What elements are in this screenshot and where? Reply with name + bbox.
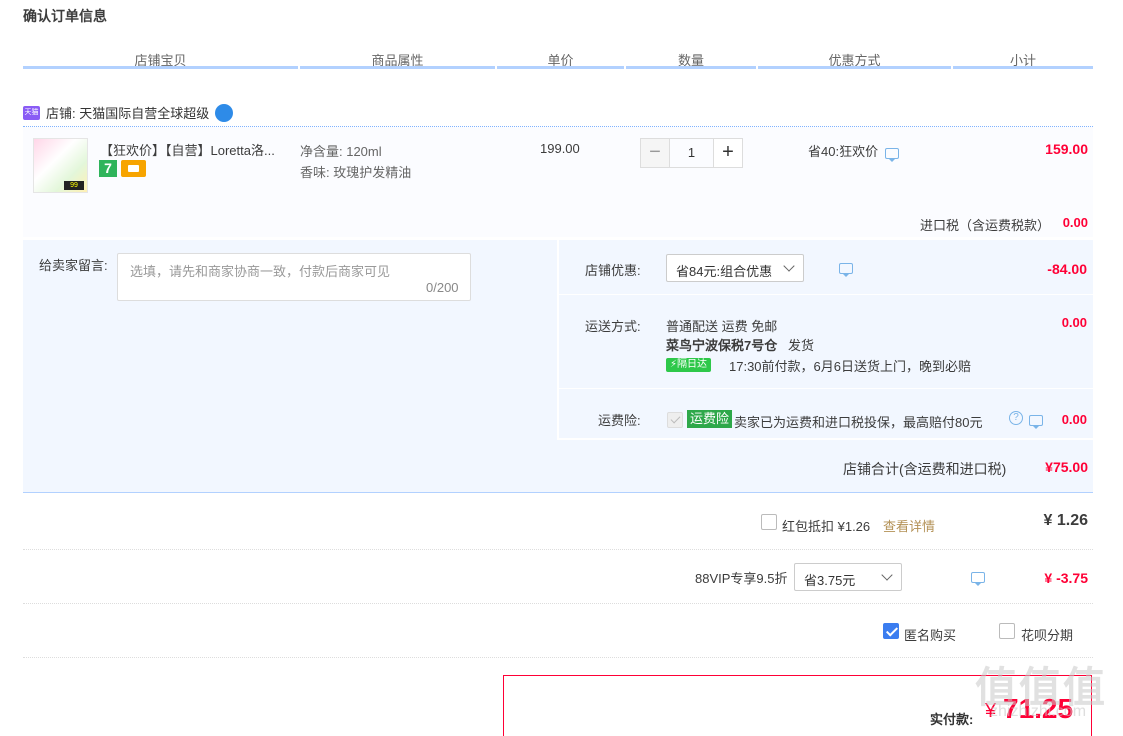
shipping-fee: 0.00: [1061, 315, 1087, 330]
product-thumbnail[interactable]: 99: [33, 138, 88, 193]
shipping-label: 运送方式:: [585, 319, 641, 334]
divider: [23, 603, 1093, 604]
vip-selected: 省3.75元: [804, 573, 856, 588]
increase-quantity-button[interactable]: +: [713, 138, 743, 168]
shop-name[interactable]: 店铺: 天猫国际自营全球超级: [46, 103, 209, 122]
shop-discount-selected: 省84元:组合优惠: [676, 264, 773, 279]
header-underline: [953, 66, 1093, 69]
item-subtotal: 159.00: [1045, 141, 1088, 157]
discount-info-icon[interactable]: [885, 148, 899, 162]
chevron-down-icon: [783, 260, 795, 272]
tmall-badge-icon: 天猫: [23, 105, 40, 120]
vip-label: 88VIP专享9.5折: [695, 571, 788, 586]
shop-discount-label: 店铺优惠:: [585, 263, 641, 278]
vip-info-icon[interactable]: [970, 572, 985, 586]
shop-row: 天猫 店铺: 天猫国际自营全球超级: [23, 103, 234, 122]
shipping-dispatch-text: 发货: [788, 338, 815, 353]
vip-value: ¥ -3.75: [1044, 570, 1088, 586]
divider: [23, 549, 1093, 550]
huabei-checkbox[interactable]: [999, 623, 1015, 639]
attr-scent: 香味: 玫瑰护发精油: [300, 165, 412, 180]
credit-card-icon: [121, 160, 146, 177]
divider: [559, 294, 1093, 295]
next-day-delivery-badge: ⚡隔日达: [666, 358, 712, 372]
message-label: 给卖家留言:: [39, 258, 108, 273]
shop-total-value: ¥75.00: [1045, 459, 1088, 475]
anonymous-label[interactable]: 匿名购买: [904, 625, 956, 644]
insurance-checkbox: [667, 412, 683, 428]
seven-day-return-icon: 7: [99, 160, 117, 177]
vip-discount-select[interactable]: 省3.75元: [794, 563, 902, 591]
chevron-down-icon: [881, 569, 893, 581]
red-packet-checkbox[interactable]: [761, 514, 777, 530]
divider: [559, 388, 1093, 389]
shipping-warehouse: 菜鸟宁波保税7号仓: [666, 338, 778, 353]
message-char-count: 0/200: [426, 280, 459, 295]
thumb-price-badge: 99: [64, 181, 84, 190]
header-underline: [758, 66, 951, 69]
insurance-tag: 运费险: [687, 410, 733, 428]
header-underline: [300, 66, 495, 69]
insurance-label: 运费险:: [598, 413, 641, 428]
message-placeholder: 选填，请先和商家协商一致，付款后商家可见: [130, 264, 391, 279]
import-tax-value: 0.00: [1062, 215, 1088, 230]
shop-discount-select[interactable]: 省84元:组合优惠: [666, 254, 804, 282]
import-tax-label: 进口税（含运费税款）: [920, 218, 1051, 233]
page-title: 确认订单信息: [23, 8, 107, 24]
product-name-link[interactable]: 【狂欢价】【自营】Loretta洛...: [100, 140, 290, 159]
quantity-input[interactable]: 1: [670, 138, 713, 168]
header-underline: [23, 66, 298, 69]
header-underline: [497, 66, 624, 69]
wangwang-chat-icon[interactable]: [215, 103, 234, 122]
watermark-domain: zhizhizhi.com: [990, 703, 1087, 720]
red-packet-details-link[interactable]: 查看详情: [883, 516, 935, 535]
quantity-stepper: − 1 +: [640, 138, 743, 168]
help-icon[interactable]: ?: [1009, 411, 1023, 425]
lightning-icon: ⚡: [670, 359, 678, 370]
payment-label: 实付款:: [930, 712, 974, 727]
delivery-promise: 17:30前付款，6月6日送货上门，晚到必赔: [729, 359, 971, 374]
anonymous-checkbox[interactable]: [883, 623, 899, 639]
attr-volume: 净含量: 120ml: [300, 144, 382, 159]
shop-discount-value: -84.00: [1047, 261, 1087, 277]
divider: [23, 657, 1093, 658]
next-day-delivery-label: 隔日达: [677, 359, 708, 370]
insurance-text: 卖家已为运费和进口税投保，最高赔付80元: [734, 415, 983, 430]
decrease-quantity-button[interactable]: −: [640, 138, 670, 168]
shop-total-label: 店铺合计(含运费和进口税): [843, 461, 1007, 477]
item-discount-text: 省40:狂欢价: [808, 144, 879, 159]
discount-info-icon[interactable]: [838, 263, 853, 277]
red-packet-value: ¥ 1.26: [1043, 512, 1088, 529]
shipping-method: 普通配送 运费 免邮: [666, 319, 778, 334]
unit-price: 199.00: [540, 141, 580, 156]
red-packet-label: 红包抵扣 ¥1.26: [782, 519, 871, 534]
insurance-value: 0.00: [1061, 412, 1087, 427]
header-underline: [626, 66, 756, 69]
huabei-label[interactable]: 花呗分期: [1021, 625, 1073, 644]
